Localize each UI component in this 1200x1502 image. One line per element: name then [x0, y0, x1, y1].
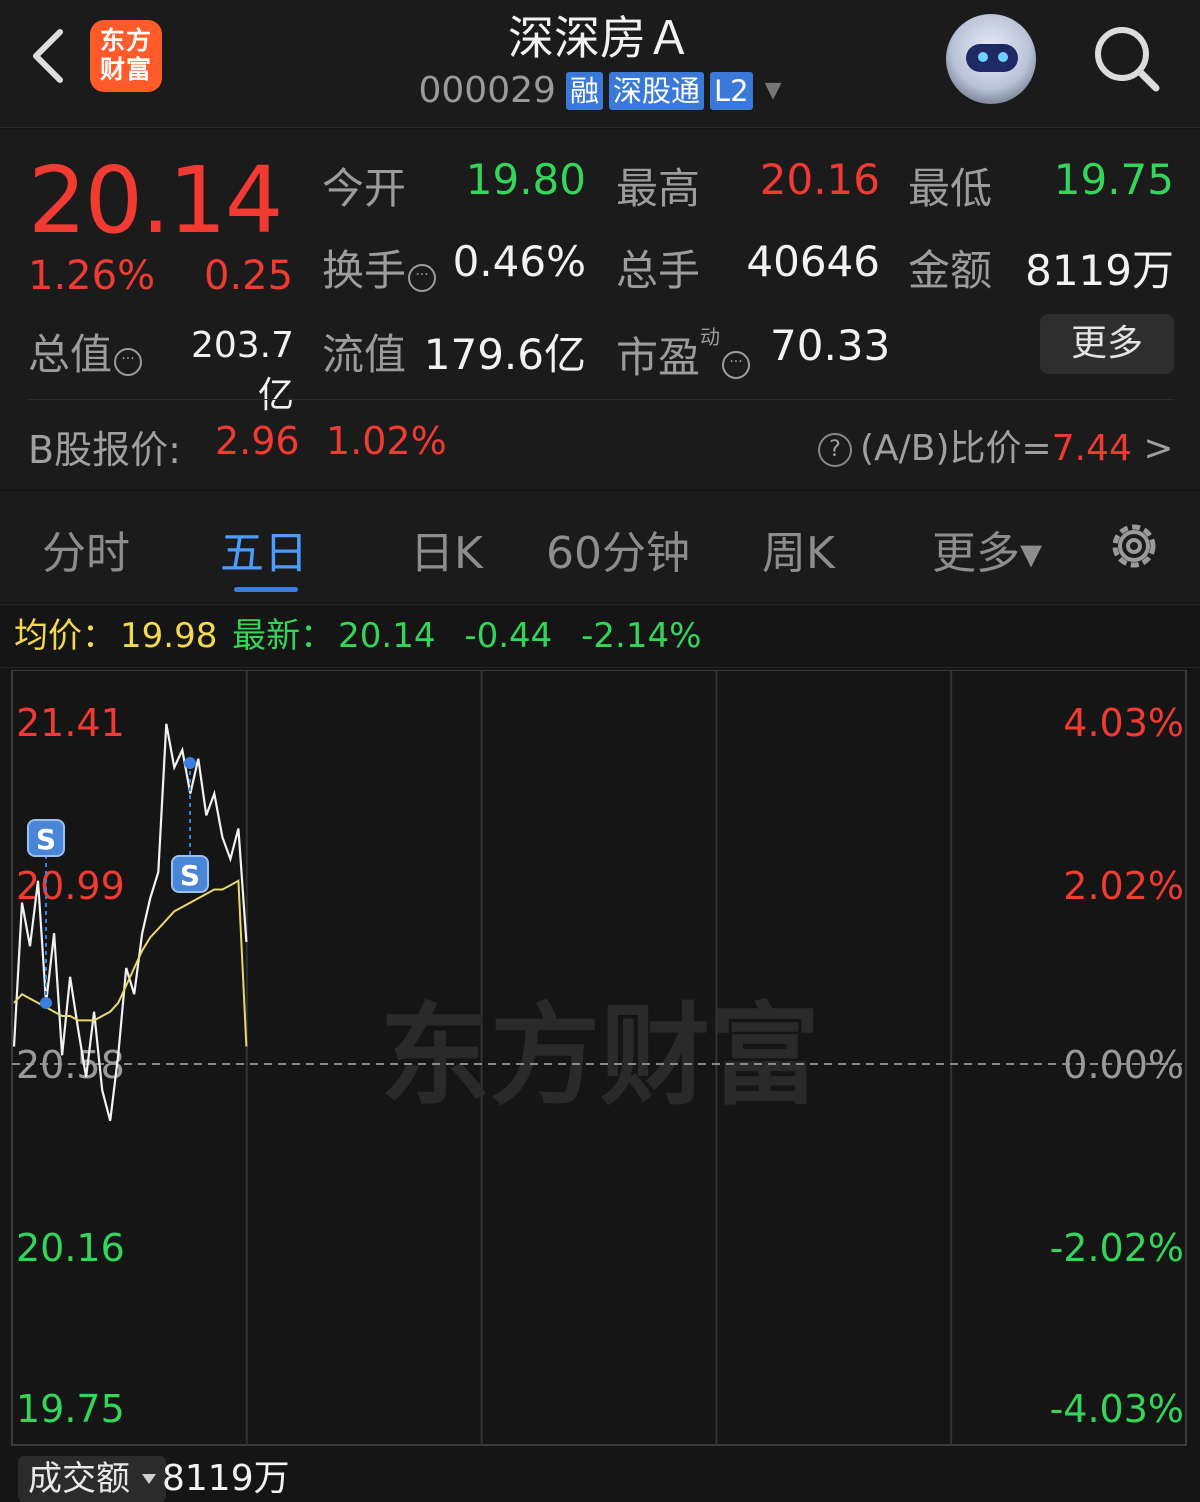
- avg-price-label: 均价：: [14, 616, 116, 656]
- y-axis-left-label: 20.58: [16, 1043, 125, 1087]
- sell-marker-dot: [40, 996, 52, 1009]
- latest-change: -0.44: [464, 616, 553, 656]
- more-button[interactable]: 更多: [1040, 314, 1174, 374]
- tab-intraday[interactable]: 分时: [42, 517, 130, 581]
- total-value-label-text: 总值: [28, 330, 113, 379]
- value-float-value: 179.6亿: [423, 330, 586, 379]
- quote-panel: 20.14 1.26% 0.25 今开 19.80 最高 20.16 最低 19…: [0, 129, 1200, 489]
- tag-connect: 深股通: [608, 71, 704, 110]
- y-axis-left-label: 19.75: [16, 1387, 125, 1431]
- label-low: 最低: [908, 164, 993, 213]
- change-amount: 0.25: [204, 253, 294, 299]
- y-axis-right-label: -4.03%: [1050, 1387, 1184, 1431]
- value-high: 20.16: [759, 155, 880, 204]
- chevron-down-icon[interactable]: ▼: [765, 78, 782, 103]
- label-float-value: 流值: [322, 330, 407, 379]
- tab-weekly-k[interactable]: 周K: [762, 517, 835, 581]
- sell-marker-icon: S: [36, 823, 56, 856]
- y-axis-right-label: -2.02%: [1050, 1226, 1184, 1270]
- info-icon[interactable]: ···: [114, 348, 143, 376]
- chart-info-bar: 均价： 19.98 最新： 20.14 -0.44 -2.14%: [0, 604, 1200, 668]
- value-total-value: 203.7亿: [190, 325, 294, 416]
- indicator-select-label: 成交额: [28, 1459, 130, 1499]
- pe-label-text: 市盈: [616, 333, 701, 382]
- info-icon[interactable]: ···: [722, 351, 751, 379]
- watermark: 东方财富: [380, 992, 820, 1120]
- label-turnover[interactable]: 换手 ···: [322, 237, 437, 298]
- tab-daily-k[interactable]: 日K: [410, 517, 483, 581]
- latest-price-label: 最新：: [232, 616, 335, 656]
- tag-level2: L2: [709, 71, 753, 110]
- y-axis-left-label: 20.16: [16, 1226, 125, 1270]
- value-turnover: 0.46%: [452, 237, 586, 286]
- label-volume: 总手: [616, 246, 701, 295]
- b-share-pct: 1.02%: [326, 419, 447, 463]
- latest-change-pct: -2.14%: [581, 616, 702, 656]
- latest-price-value: 20.14: [338, 616, 436, 656]
- last-price: 20.14: [28, 147, 283, 254]
- avg-price-value: 19.98: [120, 616, 218, 656]
- b-share-label: B股报价:: [28, 428, 181, 472]
- value-pe: 70.33: [770, 321, 891, 370]
- tag-margin: 融: [565, 71, 603, 110]
- value-amount: 8119万: [1025, 246, 1174, 295]
- tab-60min[interactable]: 60分钟: [546, 517, 690, 581]
- help-icon[interactable]: ?: [818, 433, 852, 467]
- top-bar: 东方 财富 深深房Ａ 000029 融 深股通 L2 ▼: [0, 0, 1200, 128]
- value-volume: 40646: [746, 237, 880, 286]
- dropdown-triangle-icon: [142, 1474, 156, 1484]
- pe-superscript: 动: [700, 325, 721, 349]
- y-axis-right-label: 2.02%: [1063, 864, 1184, 908]
- y-axis-left-label: 21.41: [16, 701, 125, 745]
- tab-more[interactable]: 更多▾: [932, 517, 1042, 581]
- assistant-robot-icon[interactable]: [946, 14, 1036, 104]
- y-axis-left-label: 20.99: [16, 864, 125, 908]
- label-pe[interactable]: 市盈动···: [616, 321, 751, 385]
- label-total-value[interactable]: 总值 ···: [28, 321, 143, 382]
- ab-ratio-label: (A/B)比价=: [860, 428, 1052, 469]
- indicator-value: 8119万: [162, 1458, 290, 1499]
- settings-gear-icon[interactable]: [1104, 516, 1164, 576]
- sell-marker-icon: S: [180, 859, 200, 892]
- five-day-chart-svg[interactable]: 东方财富 21.41 4.03% 20.99 2.02% 20.58 0.00% 20.16 -…: [0, 670, 1200, 1446]
- indicator-select[interactable]: 成交额: [18, 1456, 166, 1502]
- chart-tab-bar: 分时 五日 日K 60分钟 周K 更多▾: [0, 490, 1200, 602]
- change-percent: 1.26%: [28, 253, 156, 299]
- y-axis-right-label: 0.00%: [1063, 1043, 1184, 1087]
- label-amount: 金额: [908, 246, 993, 295]
- indicator-bar: 成交额 8119万: [0, 1448, 1200, 1502]
- label-open: 今开: [322, 164, 407, 213]
- sell-marker-dot: [184, 757, 196, 770]
- five-day-chart[interactable]: 东方财富 21.41 4.03% 20.99 2.02% 20.58 0.00% 20.16 -…: [0, 670, 1200, 1446]
- turnover-label-text: 换手: [322, 246, 407, 295]
- chevron-right-icon: >: [1143, 428, 1174, 469]
- stock-code: 000029: [418, 70, 556, 111]
- ab-ratio-link[interactable]: ? (A/B)比价=7.44 >: [818, 419, 1174, 471]
- ab-ratio-value: 7.44: [1051, 428, 1132, 469]
- active-tab-indicator: [234, 587, 298, 592]
- divider: [28, 399, 1174, 400]
- y-axis-right-label: 4.03%: [1063, 701, 1184, 745]
- value-open: 19.80: [465, 155, 586, 204]
- tab-five-day[interactable]: 五日: [220, 517, 308, 581]
- search-icon[interactable]: [1090, 22, 1162, 94]
- value-low: 19.75: [1053, 155, 1174, 204]
- label-high: 最高: [616, 164, 701, 213]
- info-icon[interactable]: ···: [408, 264, 437, 292]
- b-share-price: 2.96: [215, 419, 300, 463]
